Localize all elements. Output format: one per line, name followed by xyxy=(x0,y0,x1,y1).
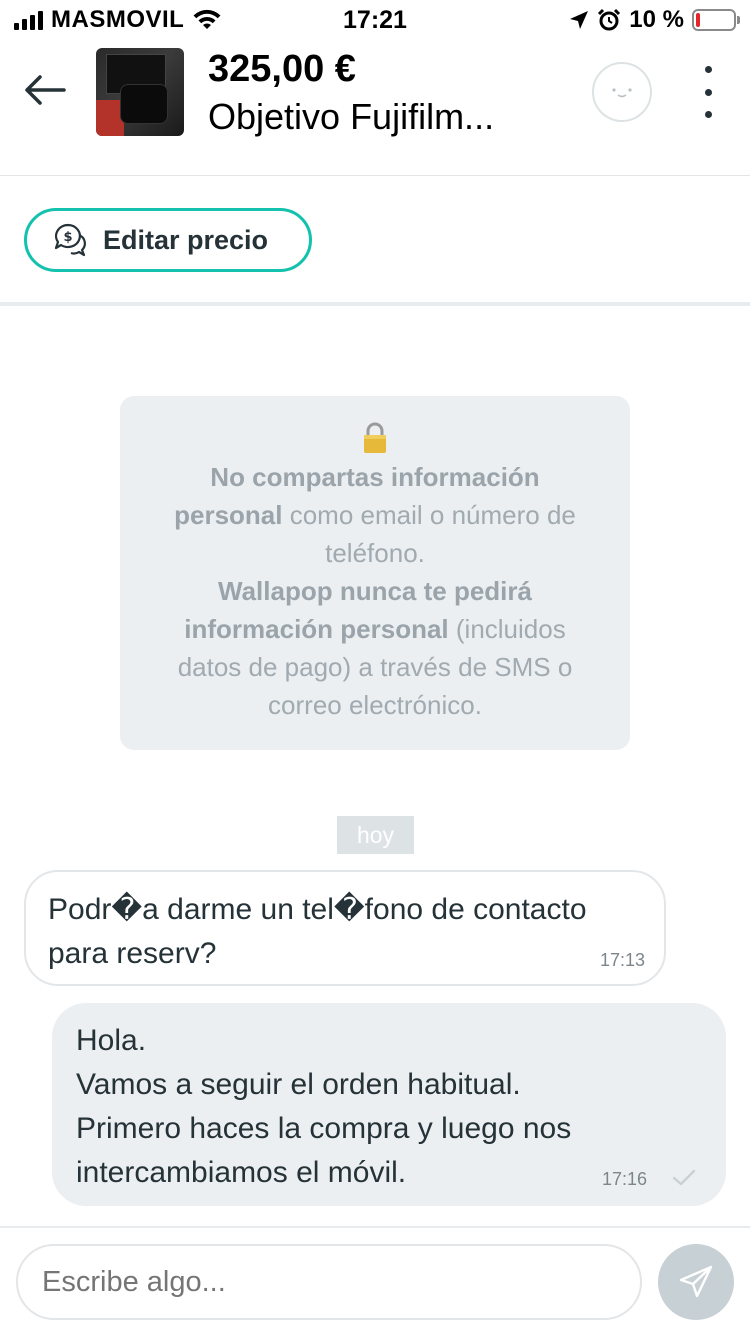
message-text: Hola. Vamos a seguir el orden habitual. … xyxy=(76,1024,572,1189)
outgoing-message[interactable]: Hola. Vamos a seguir el orden habitual. … xyxy=(52,1003,726,1206)
battery-icon xyxy=(692,9,740,31)
dot-icon xyxy=(704,111,712,118)
back-button[interactable] xyxy=(20,68,70,112)
alarm-icon xyxy=(598,8,621,31)
svg-text:$: $ xyxy=(63,230,72,245)
privacy-notice: No compartas información personal como e… xyxy=(120,396,630,750)
battery-level xyxy=(696,13,700,27)
dot-icon xyxy=(704,66,712,73)
message-input[interactable] xyxy=(16,1244,642,1320)
location-icon xyxy=(570,11,589,29)
edit-price-button[interactable]: $ Editar precio xyxy=(24,208,312,272)
status-bar: MASMOVIL 17:21 10 % xyxy=(0,0,750,40)
lock-icon xyxy=(362,422,388,454)
privacy-warning-text: como email o número de teléfono. xyxy=(282,500,576,568)
incoming-message[interactable]: Podr�a darme un tel�fono de contacto par… xyxy=(24,870,666,986)
edit-price-label: Editar precio xyxy=(103,224,269,255)
day-separator: hoy xyxy=(337,816,414,854)
send-icon xyxy=(679,1265,713,1298)
arrow-left-icon xyxy=(25,75,66,105)
send-button[interactable] xyxy=(658,1244,734,1320)
message-composer xyxy=(0,1226,750,1334)
more-options-button[interactable] xyxy=(690,62,726,122)
check-icon xyxy=(672,1169,696,1186)
dot-icon xyxy=(704,88,712,96)
product-title[interactable]: Objetivo Fujifilm... xyxy=(208,96,494,138)
product-thumbnail[interactable] xyxy=(96,48,184,136)
price-chat-icon: $ xyxy=(54,223,86,257)
battery-percentage: 10 % xyxy=(629,6,684,33)
message-time: 17:13 xyxy=(600,950,646,970)
avatar-placeholder-icon xyxy=(612,88,632,98)
message-time: 17:16 xyxy=(602,1169,648,1189)
edit-price-section: $ Editar precio xyxy=(0,176,750,306)
message-text: Podr�a darme un tel�fono de contacto par… xyxy=(48,893,587,970)
product-price: 325,00 € xyxy=(208,48,356,90)
avatar[interactable] xyxy=(592,62,652,122)
chat-header: 325,00 € Objetivo Fujifilm... xyxy=(0,40,750,176)
